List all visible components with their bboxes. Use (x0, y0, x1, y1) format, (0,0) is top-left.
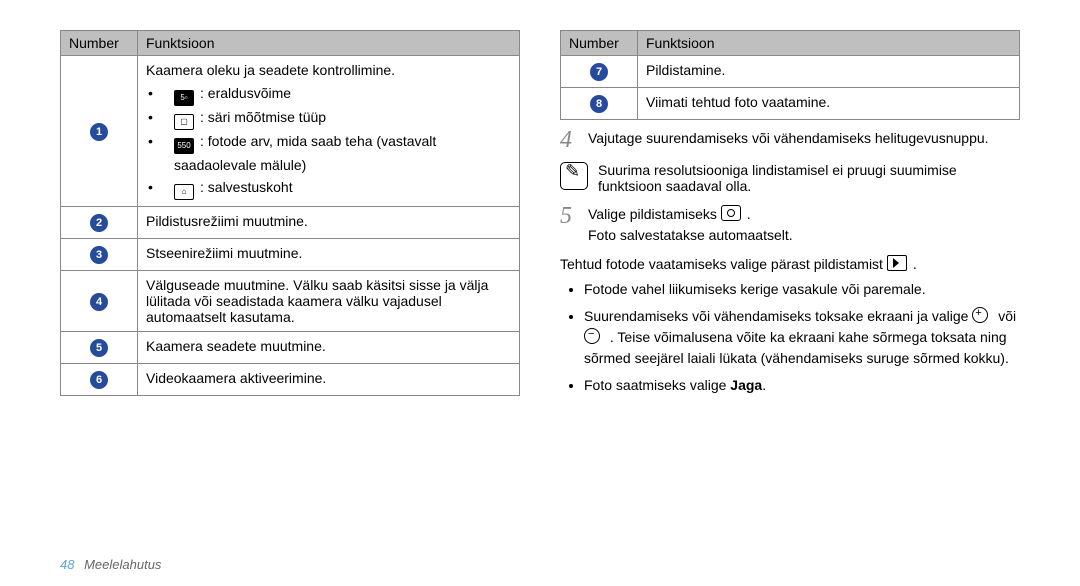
badge-5: 5 (90, 339, 108, 357)
table-row: 1 Kaamera oleku ja seadete kontrollimine… (61, 56, 520, 207)
th-number: Number (561, 31, 638, 56)
row1-desc: Kaamera oleku ja seadete kontrollimine. (146, 62, 395, 78)
note-box: Suurima resolutsiooniga lindistamisel ei… (560, 162, 1020, 194)
list-item: Fotode vahel liikumiseks kerige vasakule… (584, 279, 1020, 300)
note-text: Suurima resolutsiooniga lindistamisel ei… (598, 162, 1020, 194)
step-5: 5 Valige pildistamiseks . Foto salvestat… (560, 204, 1020, 246)
list-item: Suurendamiseks või vähendamiseks toksake… (584, 306, 1020, 369)
badge-6: 6 (90, 371, 108, 389)
section-name: Meelelahutus (84, 557, 161, 572)
badge-1: 1 (90, 123, 108, 141)
metering-icon: ▢ (174, 114, 194, 130)
footer: 48 Meelelahutus (60, 557, 161, 572)
badge-2: 2 (90, 214, 108, 232)
th-function: Funktsioon (138, 31, 520, 56)
page-number: 48 (60, 557, 74, 572)
badge-3: 3 (90, 246, 108, 264)
functions-table-left: Number Funktsioon 1 Kaamera oleku ja sea… (60, 30, 520, 396)
functions-table-right: Number Funktsioon 7 Pildistamine. 8 Viim… (560, 30, 1020, 120)
right-column: Number Funktsioon 7 Pildistamine. 8 Viim… (560, 30, 1020, 586)
zoom-out-icon (584, 328, 600, 344)
table-row: 4 Välguseade muutmine. Välku saab käsits… (61, 271, 520, 332)
step-number-5: 5 (560, 204, 578, 246)
play-icon (887, 255, 907, 271)
th-function: Funktsioon (638, 31, 1020, 56)
page: Number Funktsioon 1 Kaamera oleku ja sea… (0, 0, 1080, 586)
zoom-in-icon (972, 307, 988, 323)
count-icon: 550 (174, 138, 194, 154)
th-number: Number (61, 31, 138, 56)
step-4: 4 Vajutage suurendamiseks või vähendamis… (560, 128, 1020, 152)
list-item: Foto saatmiseks valige Jaga. (584, 375, 1020, 396)
table-row: 6 Videokaamera aktiveerimine. (61, 364, 520, 396)
table-row: 7 Pildistamine. (561, 56, 1020, 88)
table-row: 3 Stseenirežiimi muutmine. (61, 239, 520, 271)
table-row: 8 Viimati tehtud foto vaatamine. (561, 88, 1020, 120)
badge-4: 4 (90, 293, 108, 311)
after-step5: Tehtud fotode vaatamiseks valige pärast … (560, 254, 1020, 275)
resolution-icon: 5▫ (174, 90, 194, 106)
note-icon (560, 162, 588, 190)
badge-8: 8 (590, 95, 608, 113)
step-number-4: 4 (560, 128, 578, 152)
bullet-list: Fotode vahel liikumiseks kerige vasakule… (560, 279, 1020, 396)
badge-7: 7 (590, 63, 608, 81)
table-row: 2 Pildistusrežiimi muutmine. (61, 207, 520, 239)
camera-icon (721, 205, 741, 221)
row1-bullets: 5▫: eraldusvõime ▢: säri mõõtmise tüüp 5… (146, 82, 511, 200)
left-column: Number Funktsioon 1 Kaamera oleku ja sea… (60, 30, 520, 586)
table-row: 5 Kaamera seadete muutmine. (61, 332, 520, 364)
storage-icon: ⌂ (174, 184, 194, 200)
